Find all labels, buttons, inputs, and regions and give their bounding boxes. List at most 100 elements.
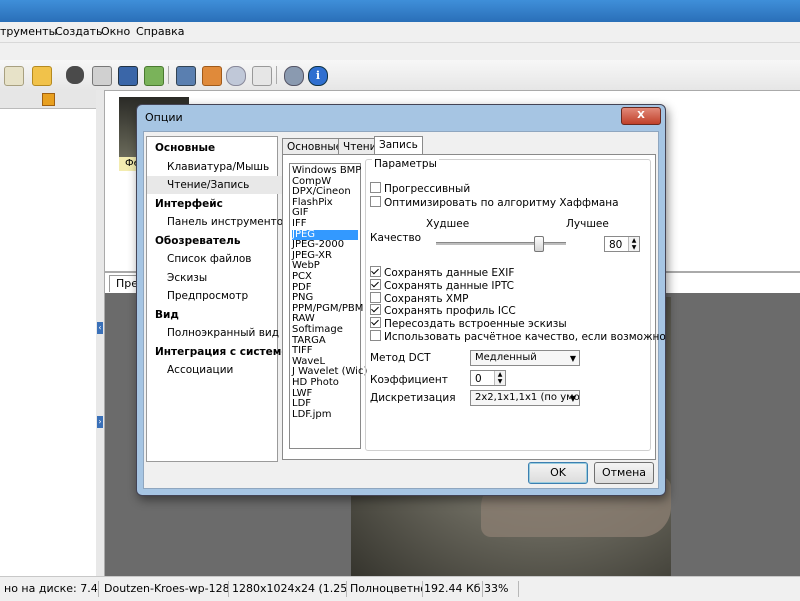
menu-tools[interactable]: трументы [0,25,57,38]
favorites-icon[interactable] [42,93,55,106]
write-tab-panel: Windows BMP CompW DPX/Cineon FlashPix GIF IFF… [282,154,666,460]
status-filename: Doutzen-Kroes-wp-1280.jpg [100,581,229,597]
coefficient-value: 0 [475,373,482,385]
menu-window[interactable]: Окно [101,25,130,38]
coefficient-spinbox[interactable]: 0 ▲ ▼ [470,370,506,386]
option-checkbox[interactable]: Пересоздать встроенные эскизы [370,317,567,331]
option-checkbox[interactable]: Сохранять профиль ICC [370,304,516,318]
screenshot-icon[interactable] [176,66,196,86]
option-label: Использовать расчётное качество, если во… [384,331,666,343]
status-bar: но на диске: 7.44 Гб] Doutzen-Kroes-wp-1… [0,576,800,601]
category-item[interactable]: Список файлов [147,250,297,268]
expand-arrow-icon[interactable]: › [97,416,103,428]
option-checkbox[interactable]: Использовать расчётное качество, если во… [370,330,666,343]
category-item[interactable]: Клавиатура/Мышь [147,158,297,176]
checkbox-box [370,291,381,303]
presentation-icon[interactable] [202,66,222,86]
menu-bar: трументы Создать Окно Справка [0,22,800,43]
option-label: Сохранять профиль ICC [384,305,516,318]
category-item[interactable]: Эскизы [147,269,297,287]
slider-track [436,242,566,245]
coefficient-label: Коэффициент [370,374,448,386]
toolbar-separator [276,66,277,84]
format-item[interactable]: HD Photo [292,377,358,389]
category-item[interactable]: Интеграция с системой [147,343,296,361]
print-icon[interactable] [92,66,112,86]
menu-create[interactable]: Создать [55,25,103,38]
format-item[interactable]: PCX [292,271,358,283]
checkbox-box [370,330,381,341]
format-list[interactable]: Windows BMP CompW DPX/Cineon FlashPix GIF IFF… [289,163,367,449]
info-icon[interactable]: i [308,66,328,86]
status-file-size: 192.44 Кб [420,581,483,597]
quality-slider[interactable] [436,236,566,252]
sampling-label: Дискретизация [370,392,456,404]
format-item[interactable]: Windows BMP [292,165,361,177]
option-checkbox[interactable]: Сохранять XMP [370,291,469,305]
dct-method-combo[interactable]: Медленный ▼ [470,350,580,366]
quality-spinbox[interactable]: 80 ▲ ▼ [604,236,640,252]
slider-thumb[interactable] [533,236,544,252]
quality-worse-label: Худшее [426,218,470,230]
slideshow-icon[interactable] [144,66,164,86]
category-item[interactable]: Ассоциации [147,361,297,379]
binoculars-icon[interactable] [66,66,84,84]
status-color-mode: Полноцветное [346,581,423,597]
category-item[interactable]: Обозреватель [147,232,285,250]
ok-button[interactable]: OK [528,462,588,484]
grid-icon[interactable] [252,66,272,86]
folder-tree-header [0,90,96,109]
huffman-checkbox[interactable]: Оптимизировать по алгоритму Хаффмана [370,196,619,209]
dialog-body: Основные Клавиатура/Мышь Чтение/Запись Инте… [143,131,666,489]
format-item[interactable]: IFF [292,218,358,230]
dialog-close-button[interactable]: X [621,107,661,125]
checkbox-box [370,317,381,329]
category-item[interactable]: Интерфейс [147,195,285,213]
pane-splitter[interactable]: ‹ › [96,90,104,576]
sampling-value: 2x2,1x1,1x1 (по умолча [475,392,580,403]
option-checkbox[interactable]: Сохранять данные IPTC [370,278,514,292]
category-item[interactable]: Вид [147,306,285,324]
settings-icon[interactable] [284,66,304,86]
progressive-checkbox[interactable]: Прогрессивный [370,182,470,195]
folder-tree-pane[interactable] [0,90,97,576]
chevron-down-icon: ▼ [569,354,576,363]
huffman-label: Оптимизировать по алгоритму Хаффмана [384,197,619,209]
spin-arrows-icon[interactable]: ▲ ▼ [494,371,505,385]
tab-write[interactable]: Запись [374,136,423,156]
category-item[interactable]: Основные [147,139,285,157]
category-item[interactable]: Предпросмотр [147,287,297,305]
category-list[interactable]: Основные Клавиатура/Мышь Чтение/Запись Инте… [146,136,297,462]
checkbox-box [370,278,381,290]
web-icon[interactable] [226,66,246,86]
spin-arrows-icon[interactable]: ▲ ▼ [628,237,639,251]
checkbox-box [370,182,381,193]
category-item[interactable]: Полноэкранный вид [147,324,297,342]
dct-method-value: Медленный [475,352,537,363]
toolbar: i [0,60,800,91]
cancel-button[interactable]: Отмена [594,462,654,484]
toolbar-separator [168,66,169,84]
sampling-combo[interactable]: 2x2,1x1,1x1 (по умолча▼ [470,390,580,406]
menu-help[interactable]: Справка [136,25,184,38]
format-item[interactable]: Softimage [292,324,358,336]
format-item[interactable]: LDF.jpm [292,409,358,421]
chevron-down-icon: ▼ [569,394,576,403]
dct-method-label: Метод DCT [370,352,431,364]
scanner-icon[interactable] [118,66,138,86]
option-checkbox[interactable]: Сохранять данные EXIF [370,266,514,279]
category-item[interactable]: Панель инструментов [147,213,297,231]
open-icon[interactable] [4,66,24,86]
checkbox-box [370,196,381,207]
dialog-title: Опции [145,111,183,124]
category-item[interactable]: Чтение/Запись [147,176,297,194]
quality-better-label: Лучшее [566,218,609,230]
checkbox-box [370,304,381,316]
browse-icon[interactable] [32,66,52,86]
option-label: Пересоздать встроенные эскизы [384,318,567,331]
quality-label: Качество [370,232,422,244]
parameters-group: Параметры Прогрессивный Оптимизировать п… [365,158,666,451]
checkbox-box [370,266,381,277]
option-label: Сохранять XMP [384,292,469,305]
collapse-arrow-icon[interactable]: ‹ [97,322,103,334]
